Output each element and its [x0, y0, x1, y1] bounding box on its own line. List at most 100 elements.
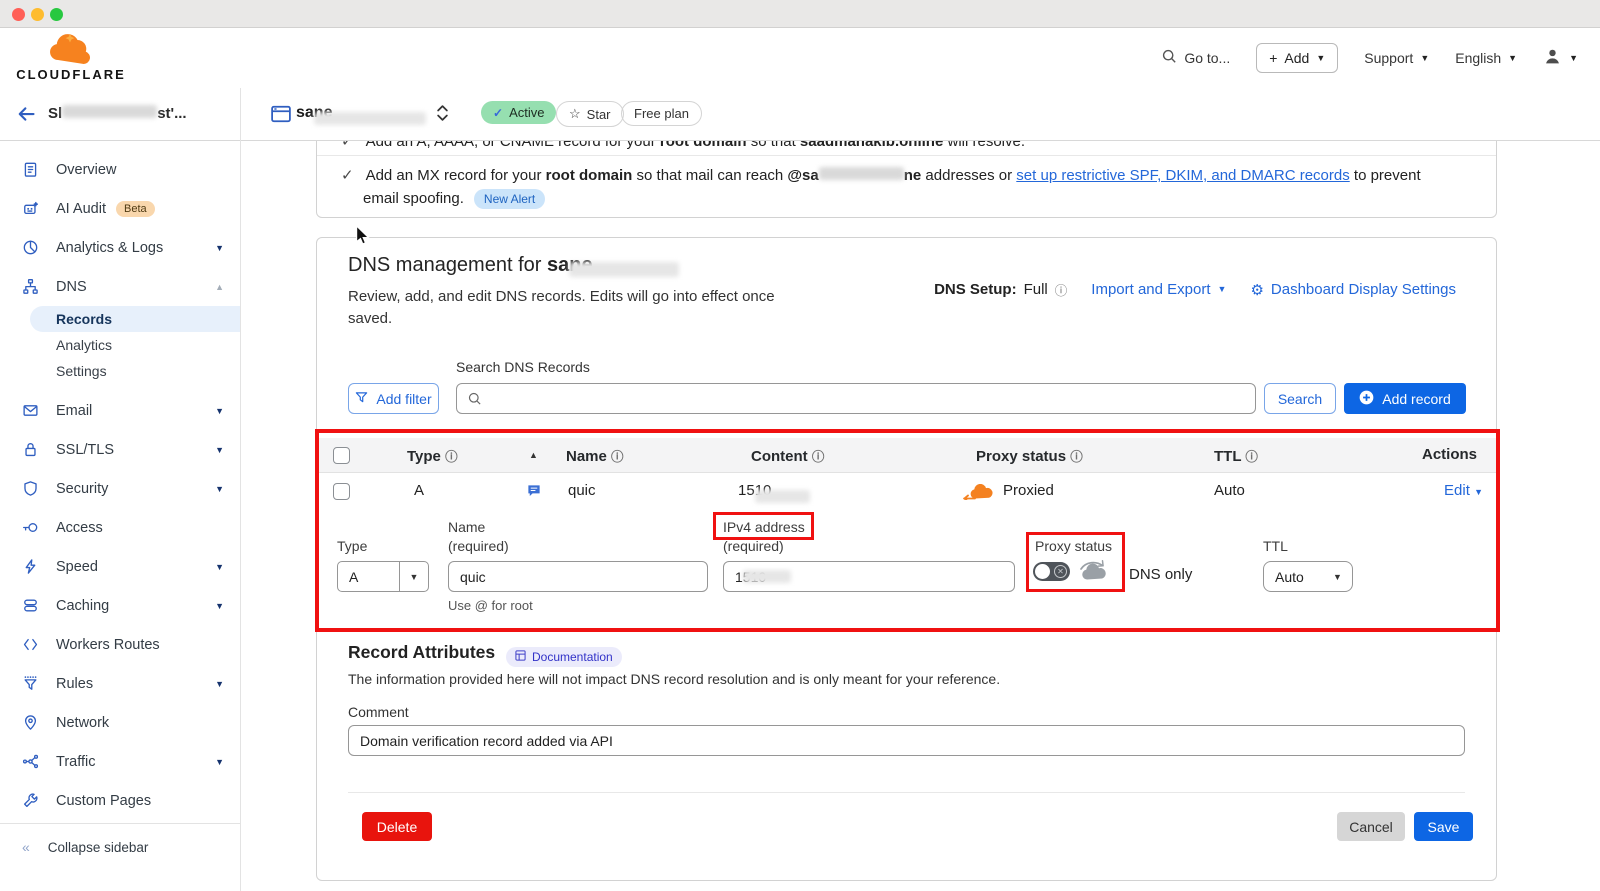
- sidebar-item-settings[interactable]: Settings: [0, 358, 240, 384]
- comment-input[interactable]: Domain verification record added via API: [348, 725, 1465, 756]
- column-header-name[interactable]: Name ⓘ: [566, 446, 624, 465]
- sidebar-item-label: AI Audit: [56, 201, 106, 217]
- sidebar-item-records[interactable]: Records: [30, 306, 240, 332]
- sidebar-item-access[interactable]: Access: [0, 508, 240, 547]
- record-name: quic: [568, 482, 596, 499]
- info-icon: ⓘ: [1070, 450, 1083, 464]
- column-header-ttl[interactable]: TTL ⓘ: [1214, 446, 1258, 465]
- select-all-checkbox[interactable]: [333, 447, 350, 464]
- chevron-down-icon: ▼: [215, 679, 224, 689]
- macos-titlebar: [0, 0, 1600, 28]
- analytics-icon: [22, 239, 39, 256]
- sidebar-item-traffic[interactable]: Traffic▼: [0, 742, 240, 781]
- add-menu-button[interactable]: + Add ▼: [1256, 43, 1338, 73]
- ipv4-address-input[interactable]: 1510: [723, 561, 1015, 592]
- sidebar-item-rules[interactable]: Rules▼: [0, 664, 240, 703]
- sidebar-item-analytics-logs[interactable]: Analytics & Logs▼: [0, 228, 240, 267]
- info-icon: ⓘ: [611, 450, 624, 464]
- sidebar-item-email[interactable]: Email▼: [0, 391, 240, 430]
- cloudflare-logo[interactable]: CLOUDFLARE: [16, 34, 126, 82]
- sidebar-item-label: SSL/TLS: [56, 442, 114, 458]
- sidebar-item-workers-routes[interactable]: Workers Routes: [0, 625, 240, 664]
- delete-button[interactable]: Delete: [362, 812, 432, 841]
- sidebar-item-ssl-tls[interactable]: SSL/TLS▼: [0, 430, 240, 469]
- column-header-type[interactable]: Type ⓘ: [407, 446, 458, 465]
- close-window-button[interactable]: [12, 8, 25, 21]
- chevron-down-icon: ▼: [215, 406, 224, 416]
- sidebar-item-network[interactable]: Network: [0, 703, 240, 742]
- chevron-down-icon: ▼: [215, 243, 224, 253]
- column-header-proxy-status[interactable]: Proxy status ⓘ: [976, 446, 1083, 465]
- check-icon: ✓: [341, 167, 354, 184]
- star-button[interactable]: ☆Star: [556, 101, 624, 127]
- search-icon: [1162, 49, 1177, 67]
- name-help-text: Use @ for root: [448, 598, 533, 613]
- ttl-select[interactable]: Auto ▼: [1263, 561, 1353, 592]
- documentation-badge[interactable]: Documentation: [506, 647, 622, 667]
- search-dns-label: Search DNS Records: [456, 359, 590, 375]
- add-record-button[interactable]: Add record: [1344, 383, 1466, 414]
- sidebar-item-overview[interactable]: Overview: [0, 150, 240, 189]
- add-filter-button[interactable]: Add filter: [348, 383, 439, 414]
- email-icon: [22, 402, 39, 419]
- custom-pages-icon: [22, 792, 39, 809]
- domain-name[interactable]: sane: [296, 104, 332, 122]
- domain-switcher-icon[interactable]: [436, 103, 449, 128]
- account-name[interactable]: Slst'...: [48, 105, 187, 122]
- go-to-search[interactable]: Go to...: [1162, 49, 1230, 67]
- spf-dkim-dmarc-link[interactable]: set up restrictive SPF, DKIM, and DMARC …: [1016, 167, 1349, 184]
- proxy-status-value: Proxied: [1003, 482, 1054, 499]
- page-subtitle: Review, add, and edit DNS records. Edits…: [348, 286, 793, 330]
- sidebar-item-label: Speed: [56, 559, 98, 575]
- chevron-down-icon: ▼: [1316, 54, 1325, 63]
- sidebar-item-caching[interactable]: Caching▼: [0, 586, 240, 625]
- import-export-menu[interactable]: Import and Export▼: [1091, 281, 1226, 298]
- search-button[interactable]: Search: [1264, 383, 1336, 414]
- speed-icon: [22, 558, 39, 575]
- maximize-window-button[interactable]: [50, 8, 63, 21]
- sidebar-item-dns[interactable]: DNS▲: [0, 267, 240, 306]
- record-type-select[interactable]: A ▼: [337, 561, 429, 592]
- row-checkbox[interactable]: [333, 483, 350, 500]
- edit-record-link[interactable]: Edit ▼: [1444, 482, 1483, 499]
- name-label: Name: [448, 519, 485, 535]
- sidebar-item-custom-pages[interactable]: Custom Pages: [0, 781, 240, 820]
- chevron-down-icon: ▼: [215, 484, 224, 494]
- chevron-down-icon: ▼: [215, 757, 224, 767]
- support-menu[interactable]: Support ▼: [1364, 50, 1429, 66]
- collapse-sidebar-button[interactable]: « Collapse sidebar: [0, 823, 240, 891]
- sidebar-item-security[interactable]: Security▼: [0, 469, 240, 508]
- chevron-down-icon: ▼: [215, 601, 224, 611]
- search-dns-input[interactable]: [456, 383, 1256, 414]
- back-arrow-icon[interactable]: [16, 104, 36, 129]
- proxy-state-value: DNS only: [1129, 566, 1192, 583]
- column-header-content[interactable]: Content ⓘ: [751, 446, 824, 465]
- sidebar-item-speed[interactable]: Speed ▼: [0, 547, 240, 586]
- beta-badge: Beta: [116, 201, 155, 217]
- sort-ascending-icon[interactable]: ▲: [529, 450, 538, 460]
- language-menu[interactable]: English ▼: [1455, 50, 1517, 66]
- save-button[interactable]: Save: [1414, 812, 1473, 841]
- minimize-window-button[interactable]: [31, 8, 44, 21]
- collapse-chevrons-icon: «: [22, 839, 30, 855]
- dashboard-display-settings-link[interactable]: ⚙Dashboard Display Settings: [1250, 281, 1456, 299]
- sidebar-item-ai-audit[interactable]: AI Audit Beta: [0, 189, 240, 228]
- info-icon: ⓘ: [445, 450, 458, 464]
- info-icon[interactable]: ⓘ: [1055, 280, 1068, 299]
- plan-badge[interactable]: Free plan: [621, 101, 702, 126]
- sidebar: Overview AI Audit Beta Analytics & Logs▼DNS…: [0, 141, 241, 891]
- dns-only-cloud-icon: [1077, 558, 1109, 587]
- sidebar-item-label: Network: [56, 715, 109, 731]
- cancel-button[interactable]: Cancel: [1337, 812, 1405, 841]
- sidebar-item-analytics[interactable]: Analytics: [0, 332, 240, 358]
- chevron-down-icon: ▼: [215, 562, 224, 572]
- search-icon: [468, 392, 482, 411]
- comment-note-icon[interactable]: [526, 483, 542, 502]
- account-menu[interactable]: ▼: [1543, 47, 1578, 69]
- divider: [348, 792, 1465, 793]
- dns-setup-status: DNS Setup:Fullⓘ: [934, 280, 1067, 299]
- name-input[interactable]: quic: [448, 561, 708, 592]
- proxy-status-toggle[interactable]: ✕: [1033, 562, 1070, 581]
- user-icon: [1543, 47, 1562, 69]
- toggle-off-x-icon: ✕: [1054, 565, 1067, 578]
